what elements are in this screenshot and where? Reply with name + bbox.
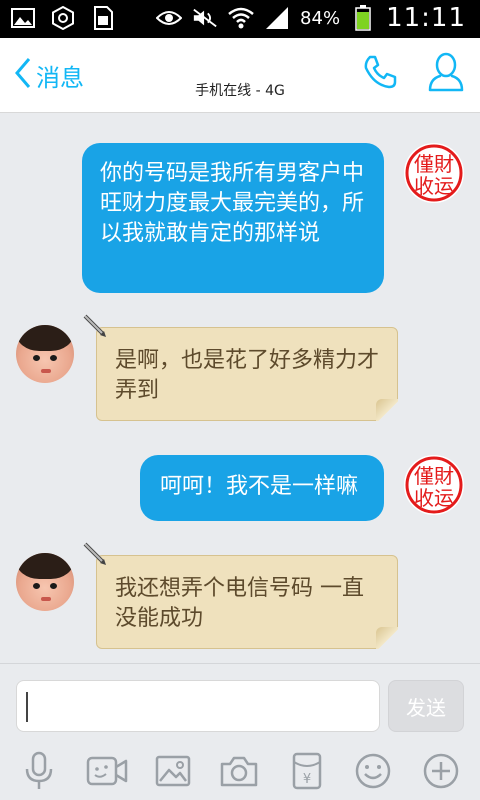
text-caret [26,692,28,722]
clock: 11:11 [386,3,466,33]
message-bubble-outgoing[interactable]: 呵呵！我不是一样嘛 [140,455,384,521]
send-button[interactable]: 发送 [388,680,464,732]
sim-icon [90,5,116,31]
svg-text:僅財: 僅財 [414,152,454,176]
svg-text:僅財: 僅財 [414,464,454,488]
page-curl [376,399,398,421]
camera-icon[interactable] [216,748,262,794]
video-icon[interactable] [84,748,130,794]
settings-icon [50,5,76,31]
call-button[interactable] [358,52,402,96]
contact-avatar[interactable] [16,325,74,383]
page-curl [376,627,398,649]
message-input[interactable] [16,680,380,732]
plus-icon[interactable] [418,748,464,794]
image-icon[interactable] [150,748,196,794]
message-text: 是啊，也是花了好多精力才弄到 [115,348,380,403]
microphone-icon[interactable] [16,748,62,794]
chat-header: 消息 手机在线 - 4G [0,38,480,113]
message-bubble-outgoing[interactable]: 你的号码是我所有男客户中旺财力度最大最完美的，所以我就敢肯定的那样说 [82,143,384,293]
emoji-icon[interactable] [350,748,396,794]
battery-percent: 84% [300,7,341,29]
my-avatar[interactable]: 僅財 收运 [404,455,464,515]
pencil-icon [82,541,108,567]
image-icon [10,5,36,31]
input-toolbar: ¥ [0,748,480,798]
wifi-icon [228,5,254,31]
message-bubble-incoming[interactable]: 是啊，也是花了好多精力才弄到 [96,327,398,421]
mute-icon [192,5,218,31]
back-button[interactable]: 消息 [14,56,84,94]
back-label: 消息 [36,63,84,92]
message-bubble-incoming[interactable]: 我还想弄个电信号码 一直没能成功 [96,555,398,649]
pencil-icon [82,313,108,339]
eye-icon [156,5,183,31]
message-text: 你的号码是我所有男客户中旺财力度最大最完美的，所以我就敢肯定的那样说 [100,161,365,246]
my-avatar[interactable]: 僅財 收运 [404,143,464,203]
contact-name [160,52,320,76]
signal-icon [264,5,290,31]
chevron-left-icon [14,56,32,94]
phone-icon [362,54,398,94]
input-bar: 发送 ¥ [0,663,480,800]
message-list[interactable]: 你的号码是我所有男客户中旺财力度最大最完美的，所以我就敢肯定的那样说 僅財 收运 … [0,113,480,663]
online-status: 手机在线 - 4G [195,83,285,99]
svg-text:收运: 收运 [414,486,454,510]
message-text: 我还想弄个电信号码 一直没能成功 [115,576,364,631]
contact-avatar[interactable] [16,553,74,611]
battery-icon [350,5,376,31]
red-packet-icon[interactable]: ¥ [284,748,330,794]
message-text: 呵呵！我不是一样嘛 [160,474,359,499]
svg-text:¥: ¥ [303,772,311,787]
status-bar: 84% 11:11 [0,0,480,38]
person-icon [427,52,465,96]
contact-info[interactable]: 手机在线 - 4G [160,52,320,100]
svg-text:收运: 收运 [414,174,454,198]
profile-button[interactable] [424,52,468,96]
